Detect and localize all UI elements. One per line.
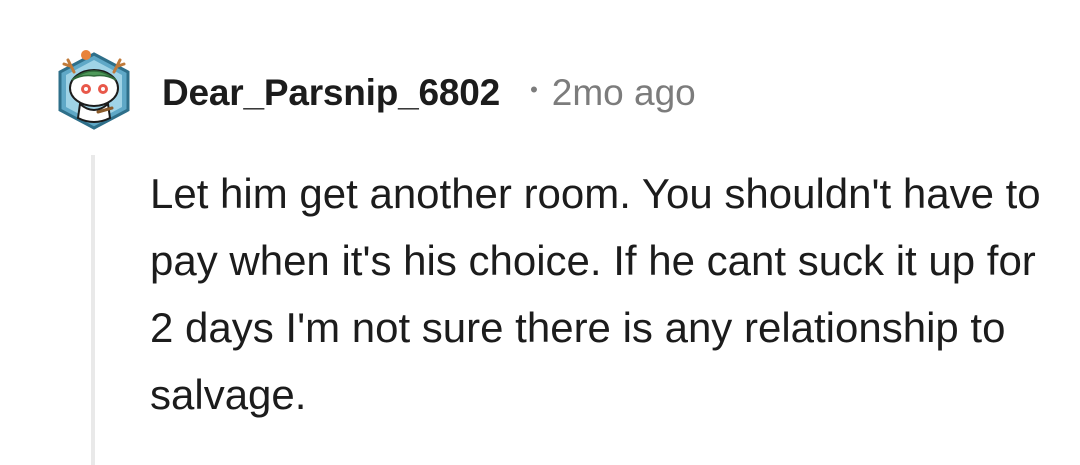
comment-timestamp[interactable]: 2mo ago	[552, 72, 696, 114]
comment-text: Let him get another room. You shouldn't …	[150, 170, 1041, 418]
thread-collapse-line[interactable]	[91, 155, 95, 465]
reddit-snoo-avatar-icon	[58, 50, 130, 130]
username-link[interactable]: Dear_Parsnip_6802	[162, 72, 500, 114]
meta-separator: •	[530, 77, 538, 102]
comment-body: Let him get another room. You shouldn't …	[150, 160, 1050, 428]
avatar[interactable]	[56, 46, 132, 132]
comment-header: Dear_Parsnip_6802 • 2mo ago	[162, 70, 696, 116]
